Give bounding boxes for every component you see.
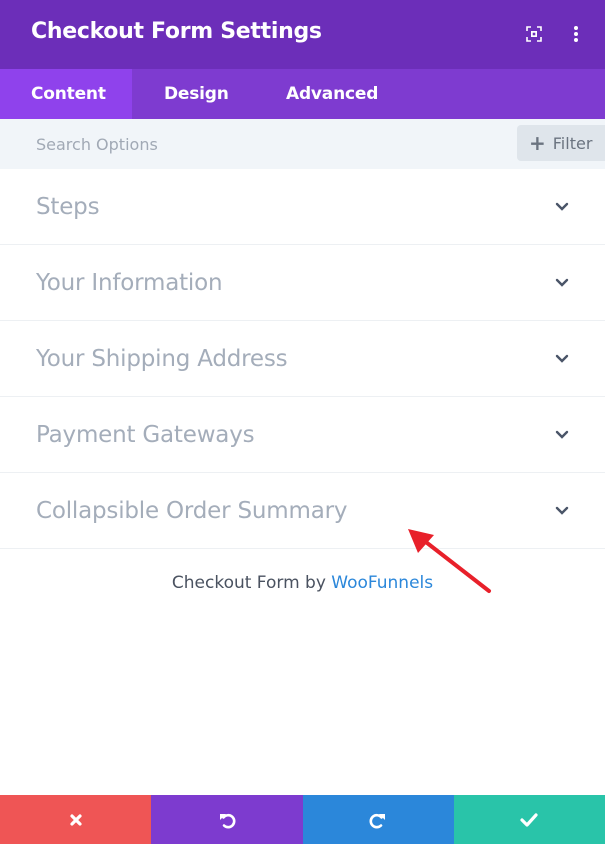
action-bar <box>0 795 605 844</box>
redo-icon <box>369 813 386 828</box>
tab-design[interactable]: Design <box>132 69 254 119</box>
section-label: Collapsible Order Summary <box>36 497 348 524</box>
filter-label: Filter <box>552 133 593 153</box>
chevron-down-icon <box>553 274 571 292</box>
search-options-input[interactable] <box>0 119 500 169</box>
credit-prefix: Checkout Form by <box>171 573 326 593</box>
discard-button[interactable] <box>0 795 152 844</box>
section-label: Payment Gateways <box>36 421 255 448</box>
section-label: Steps <box>36 193 100 220</box>
chevron-down-icon <box>553 198 571 216</box>
section-your-shipping-address[interactable]: Your Shipping Address <box>0 321 605 397</box>
undo-icon <box>219 813 236 828</box>
chevron-down-icon <box>553 502 571 520</box>
save-button[interactable] <box>453 795 605 844</box>
tab-bar: Content Design Advanced <box>0 69 605 119</box>
search-bar: + Filter <box>0 119 605 169</box>
chevron-down-icon <box>553 426 571 444</box>
section-label: Your Information <box>36 269 223 296</box>
section-label: Your Shipping Address <box>36 345 288 372</box>
section-your-information[interactable]: Your Information <box>0 245 605 321</box>
module-credit: Checkout Form by WooFunnels <box>0 573 605 593</box>
section-steps[interactable]: Steps <box>0 169 605 245</box>
chevron-down-icon <box>553 350 571 368</box>
filter-button[interactable]: + Filter <box>517 125 605 161</box>
expand-icon[interactable] <box>523 22 545 46</box>
section-payment-gateways[interactable]: Payment Gateways <box>0 397 605 473</box>
tab-advanced[interactable]: Advanced <box>254 69 378 119</box>
check-icon <box>520 812 538 827</box>
redo-button[interactable] <box>302 795 454 844</box>
modal-header: Checkout Form Settings <box>0 0 605 69</box>
annotation-arrow-icon <box>408 529 491 593</box>
modal-title: Checkout Form Settings <box>31 19 322 44</box>
tab-content[interactable]: Content <box>0 69 132 119</box>
section-collapsible-order-summary[interactable]: Collapsible Order Summary <box>0 473 605 549</box>
plus-icon: + <box>529 131 546 155</box>
undo-button[interactable] <box>151 795 303 844</box>
settings-sections: Steps Your Information Your Shipping Add… <box>0 169 605 549</box>
close-icon <box>70 813 82 826</box>
more-vertical-icon[interactable] <box>565 22 587 46</box>
